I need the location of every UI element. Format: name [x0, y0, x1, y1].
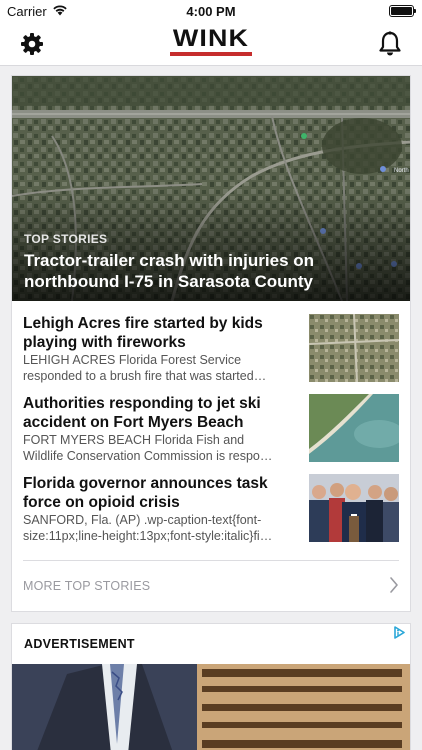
story-title[interactable]: Lehigh Acres fire started by kids playin…: [23, 314, 293, 352]
summary-line: LEHIGH ACRES Florida Forest Service: [23, 353, 242, 367]
more-top-stories-link[interactable]: MORE TOP STORIES: [23, 577, 399, 593]
summary-line: Wildlife Conservation Commission is resp…: [23, 448, 273, 463]
story-title[interactable]: Florida governor announces task force on…: [23, 474, 293, 512]
map-label: North: [394, 168, 409, 174]
battery-icon: [389, 5, 416, 17]
divider: [23, 560, 399, 561]
top-stories-card: North TOP STORIES Tractor-trailer crash …: [11, 75, 411, 612]
story-thumbnail[interactable]: [309, 474, 399, 542]
chevron-right-icon: [390, 577, 398, 593]
logo-underline: [170, 52, 252, 56]
story-item[interactable]: Authorities responding to jet ski accide…: [23, 394, 399, 464]
status-bar: Carrier 4:00 PM: [0, 0, 422, 22]
clock: 4:00 PM: [186, 4, 236, 19]
story-item[interactable]: Lehigh Acres fire started by kids playin…: [23, 314, 399, 384]
story-thumbnail[interactable]: [309, 394, 399, 462]
more-top-stories-label: MORE TOP STORIES: [23, 579, 151, 593]
summary-line: FORT MYERS BEACH Florida Fish and: [23, 433, 245, 447]
hero-story[interactable]: North TOP STORIES Tractor-trailer crash …: [12, 76, 410, 301]
hero-headline[interactable]: Tractor-trailer crash with injuries on n…: [24, 250, 394, 292]
summary-line: responded to a brush fire that was start…: [23, 368, 267, 383]
story-thumbnail[interactable]: [309, 314, 399, 382]
story-summary: SANFORD, Fla. (AP) .wp-caption-text{font…: [23, 513, 298, 544]
logo-text: WINK: [172, 25, 250, 52]
advertisement-label: ADVERTISEMENT: [24, 637, 135, 651]
section-kicker: TOP STORIES: [24, 232, 108, 246]
wink-logo: WINK: [0, 27, 422, 56]
advertisement-card: ADVERTISEMENT: [11, 623, 411, 750]
nav-bar: WINK: [0, 22, 422, 66]
summary-line: size:11px;line-height:13px;font-style:it…: [23, 528, 273, 543]
advertisement-image[interactable]: [12, 664, 410, 750]
adchoices-icon[interactable]: [393, 626, 406, 639]
bell-icon[interactable]: [378, 31, 402, 57]
story-item[interactable]: Florida governor announces task force on…: [23, 474, 399, 544]
summary-line: SANFORD, Fla. (AP) .wp-caption-text{font…: [23, 513, 262, 527]
story-title[interactable]: Authorities responding to jet ski accide…: [23, 394, 293, 432]
story-summary: FORT MYERS BEACH Florida Fish and Wildli…: [23, 433, 298, 464]
story-summary: LEHIGH ACRES Florida Forest Service resp…: [23, 353, 298, 384]
